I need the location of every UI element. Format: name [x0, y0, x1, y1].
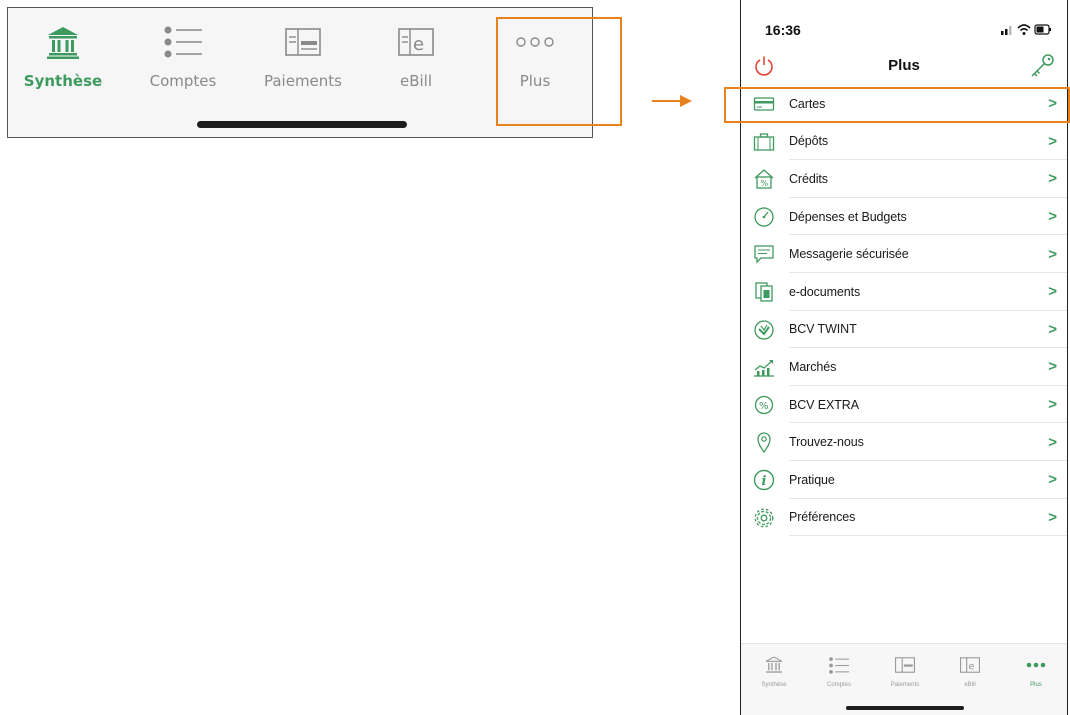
tab-paiements[interactable]: Paiements	[875, 654, 935, 694]
menu-item-label: Pratique	[789, 472, 835, 487]
info-icon: i	[753, 469, 775, 491]
menu-item-label: Trouvez-nous	[789, 435, 864, 450]
market-chart-icon	[754, 360, 774, 377]
menu-item-bcv-extra[interactable]: % BCV EXTRA >	[741, 386, 1067, 424]
ebill-icon: e	[960, 657, 980, 673]
bank-icon	[765, 656, 783, 673]
payment-slip-icon	[285, 28, 321, 56]
tab-plus[interactable]: Plus	[1006, 654, 1066, 694]
menu-item-label: BCV TWINT	[789, 322, 857, 337]
tab-label: Comptes	[826, 682, 851, 688]
menu-item-pratique[interactable]: i Pratique >	[741, 461, 1067, 499]
tab-label: eBill	[964, 682, 976, 688]
ebill-icon: e	[398, 28, 434, 56]
list-icon	[829, 656, 850, 674]
page-title: Plus	[888, 57, 920, 74]
tab-label: Paiements	[890, 682, 920, 688]
chevron-right-icon: >	[1048, 245, 1057, 263]
menu-item-depenses-budgets[interactable]: Dépenses et Budgets >	[741, 198, 1067, 236]
zoom-tab-label: Paiements	[263, 72, 342, 90]
more-dots-icon	[1026, 662, 1046, 668]
house-percent-icon: %	[754, 169, 774, 189]
twint-icon	[754, 319, 774, 340]
menu-item-trouvez-nous[interactable]: Trouvez-nous >	[741, 423, 1067, 461]
svg-text:%: %	[761, 179, 769, 188]
percent-badge-icon: %	[754, 395, 774, 414]
chevron-right-icon: >	[1048, 283, 1057, 301]
zoom-tab-label: eBill	[399, 72, 433, 90]
tab-synthese[interactable]: Synthèse	[744, 654, 804, 694]
chevron-right-icon: >	[1048, 396, 1057, 414]
menu-item-e-documents[interactable]: e-documents >	[741, 273, 1067, 311]
location-pin-icon	[757, 432, 771, 454]
chevron-right-icon: >	[1048, 320, 1057, 338]
zoom-tab-ebill[interactable]: e eBill	[361, 22, 471, 112]
documents-icon	[755, 282, 773, 302]
zoom-tab-synthese[interactable]: Synthèse	[8, 22, 118, 112]
svg-text:i: i	[762, 474, 767, 489]
cartes-row-highlight	[724, 87, 1070, 123]
tab-comptes[interactable]: Comptes	[809, 654, 869, 694]
tab-ebill[interactable]: e eBill	[940, 654, 1000, 694]
menu-item-depots[interactable]: Dépôts >	[741, 123, 1067, 161]
divider	[789, 535, 1067, 537]
menu-item-label: BCV EXTRA	[789, 397, 859, 412]
home-indicator	[197, 121, 407, 128]
list-icon	[164, 26, 202, 58]
chevron-right-icon: >	[1048, 508, 1057, 526]
menu-item-label: Dépôts	[789, 134, 829, 149]
status-time: 16:36	[765, 22, 801, 38]
svg-text:e: e	[968, 661, 974, 672]
menu-item-label: Dépenses et Budgets	[789, 209, 907, 224]
chevron-right-icon: >	[1048, 433, 1057, 451]
zoom-tab-label: Synthèse	[23, 72, 103, 90]
zoom-tab-comptes[interactable]: Comptes	[128, 22, 238, 112]
bottom-tab-bar: Synthèse Comptes Paiements e eBill Plus	[741, 643, 1067, 715]
chevron-right-icon: >	[1048, 208, 1057, 226]
arrow-right-icon	[652, 95, 692, 107]
menu-item-label: Messagerie sécurisée	[789, 247, 909, 262]
chevron-right-icon: >	[1048, 358, 1057, 376]
gear-icon	[754, 508, 774, 527]
menu-item-marches[interactable]: Marchés >	[741, 348, 1067, 386]
chevron-right-icon: >	[1048, 471, 1057, 489]
chevron-right-icon: >	[1048, 170, 1057, 188]
briefcase-icon	[753, 132, 775, 151]
message-icon	[754, 245, 774, 264]
menu-item-label: Marchés	[789, 359, 837, 374]
zoom-tab-paiements[interactable]: Paiements	[248, 22, 358, 112]
menu-item-messagerie[interactable]: Messagerie sécurisée >	[741, 235, 1067, 273]
key-icon[interactable]	[1029, 53, 1055, 79]
tab-label: Plus	[1030, 682, 1042, 688]
menu-item-label: Crédits	[789, 171, 828, 186]
gauge-icon	[754, 207, 774, 227]
plus-tab-highlight	[496, 17, 622, 126]
zoom-tab-label: Comptes	[149, 72, 217, 90]
menu-item-preferences[interactable]: Préférences >	[741, 499, 1067, 537]
status-icons	[1001, 24, 1051, 35]
menu-item-label: e-documents	[789, 284, 861, 299]
svg-text:e: e	[413, 34, 424, 55]
bank-icon	[47, 27, 79, 59]
chevron-right-icon: >	[1048, 132, 1057, 150]
payment-slip-icon	[895, 657, 915, 673]
tab-label: Synthèse	[761, 682, 787, 688]
home-indicator	[846, 706, 964, 710]
menu-item-label: Préférences	[789, 510, 856, 525]
menu-item-bcv-twint[interactable]: BCV TWINT >	[741, 311, 1067, 349]
svg-text:%: %	[759, 401, 769, 412]
plus-menu-list: Cartes > Dépôts > % Crédits > Dépenses e…	[741, 85, 1067, 537]
menu-item-credits[interactable]: % Crédits >	[741, 160, 1067, 198]
